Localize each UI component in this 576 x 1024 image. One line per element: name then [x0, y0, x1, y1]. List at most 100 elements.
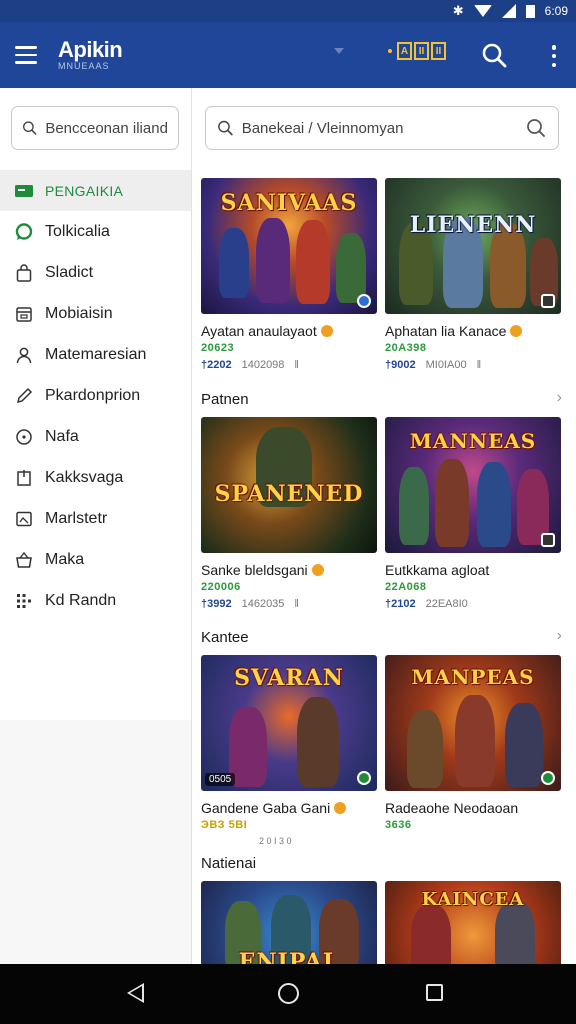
thumbnail-title: SVARAN	[234, 665, 344, 691]
app-size: MI0IA00	[425, 359, 467, 371]
menu-icon[interactable]	[0, 29, 52, 81]
card-icon	[15, 182, 33, 200]
app-row: SVARAN 0505 Gandene Gaba Gani ЭВЗ 5ВI 2 …	[201, 655, 576, 846]
search-icon[interactable]	[481, 42, 507, 68]
sidebar-item[interactable]: Tolkicalia	[0, 211, 191, 252]
sidebar-item[interactable]: Mobiaisin	[0, 293, 191, 334]
app-row: SPANENED Sanke bleldsgani 220006 †3992 1…	[201, 417, 576, 610]
app-size: 2 0 I 3 0	[259, 836, 292, 846]
app-thumbnail[interactable]: SPANENED	[201, 417, 377, 553]
sidebar-list: PENGAIKIA Tolkicalia Sladict Mobiaisin M…	[0, 170, 191, 621]
badge-icon	[541, 294, 555, 308]
app-thumbnail[interactable]: SANIVAAS	[201, 178, 377, 314]
search-icon	[218, 120, 233, 136]
thumbnail-title: KAINCEA	[421, 889, 525, 910]
back-icon[interactable]	[127, 983, 144, 1003]
verified-badge-icon	[357, 294, 371, 308]
app-size: 1402098	[241, 359, 285, 371]
app-thumbnail[interactable]: LIENENN	[385, 178, 561, 314]
more-options-icon[interactable]	[548, 44, 560, 68]
sidebar-item[interactable]: Matemaresian	[0, 334, 191, 375]
app-rating: 22A068	[385, 581, 427, 593]
app-card[interactable]: ENIPAL	[201, 881, 377, 964]
signal-icon	[501, 4, 516, 18]
search-submit-icon[interactable]	[526, 118, 546, 138]
thumbnail-title: MANPEAS	[411, 665, 535, 689]
status-clock: 6:09	[544, 4, 568, 18]
coin-icon	[334, 802, 347, 814]
app-thumbnail[interactable]: ENIPAL	[201, 881, 377, 964]
app-downloads: †9002	[385, 359, 416, 371]
app-card[interactable]: SVARAN 0505 Gandene Gaba Gani ЭВЗ 5ВI 2 …	[201, 655, 377, 846]
app-thumbnail[interactable]: KAINCEA	[385, 881, 561, 964]
wifi-icon	[473, 5, 492, 17]
home-icon[interactable]	[278, 983, 299, 1004]
app-title: Aphatan lia Kanace	[385, 323, 507, 339]
main-search[interactable]	[205, 106, 559, 150]
system-nav-bar	[0, 964, 576, 1024]
coin-icon	[320, 325, 333, 337]
app-downloads: †3992	[201, 598, 232, 610]
sidebar: PENGAIKIA Tolkicalia Sladict Mobiaisin M…	[0, 88, 192, 964]
coin-badge-strip[interactable]: A II II	[388, 42, 446, 60]
thumbnail-title: ENIPAL	[238, 949, 340, 964]
recent-apps-icon[interactable]	[426, 984, 443, 1001]
app-downloads: †2202	[201, 359, 232, 371]
badge-letter: II	[431, 42, 446, 60]
app-rating: 3636	[385, 819, 412, 831]
section-title[interactable]: Kantee	[201, 629, 249, 646]
bag-icon	[15, 263, 33, 282]
brand-logo: Apikin MNUEAAS	[58, 37, 123, 72]
badge-letter: II	[414, 42, 429, 60]
thumbnail-title: MANNEAS	[409, 429, 537, 453]
sidebar-search[interactable]	[11, 106, 179, 150]
badge-icon	[541, 533, 555, 547]
calendar-icon	[15, 305, 33, 323]
app-card[interactable]: MANNEAS Eutkkama agloat 22A068 †2102 22E…	[385, 417, 561, 610]
app-thumbnail[interactable]: MANPEAS	[385, 655, 561, 791]
app-size: 22EA8I0	[425, 598, 468, 610]
app-title: Gandene Gaba Gani	[201, 800, 331, 816]
sidebar-item[interactable]: Nafa	[0, 416, 191, 457]
coin-icon	[510, 325, 523, 337]
app-card[interactable]: MANPEAS Radeaohe Neodaoan 3636	[385, 655, 561, 846]
app-extra: ǁ	[294, 598, 299, 610]
sidebar-item[interactable]: Marlstetr	[0, 498, 191, 539]
sidebar-search-input[interactable]	[45, 119, 178, 137]
section-title[interactable]: Patnen	[201, 391, 249, 408]
app-thumbnail[interactable]: SVARAN 0505	[201, 655, 377, 791]
person-icon	[15, 346, 33, 364]
grid-icon	[15, 592, 33, 610]
bluetooth-icon: ✱	[452, 3, 464, 18]
status-bar: ✱ 6:09	[0, 0, 576, 22]
app-title: Ayatan anaulayaot	[201, 323, 317, 339]
app-row: SANIVAAS Ayatan anaulayaot 20623 †2202 1…	[201, 178, 576, 371]
app-thumbnail[interactable]: MANNEAS	[385, 417, 561, 553]
main-search-input[interactable]	[241, 119, 558, 137]
app-card[interactable]: LIENENN Aphatan lia Kanace 20A398 †9002 …	[385, 178, 561, 371]
sidebar-item[interactable]: Pkardonprion	[0, 375, 191, 416]
thumbnail-title: LIENENN	[409, 212, 537, 238]
app-rating: 20623	[201, 342, 235, 354]
app-card[interactable]: SPANENED Sanke bleldsgani 220006 †3992 1…	[201, 417, 377, 610]
sidebar-item[interactable]: PENGAIKIA	[0, 170, 191, 211]
sidebar-item[interactable]: Kd Randn	[0, 580, 191, 621]
app-card[interactable]: KAINCEA	[385, 881, 561, 964]
sidebar-item[interactable]: Kakksvaga	[0, 457, 191, 498]
app-extra: ǁ	[294, 359, 299, 371]
app-downloads: †2102	[385, 598, 416, 610]
sidebar-item[interactable]: Sladict	[0, 252, 191, 293]
chevron-right-icon[interactable]: ›	[557, 627, 562, 645]
section-title[interactable]: Natienai	[201, 855, 256, 872]
chevron-right-icon[interactable]: ›	[557, 389, 562, 407]
sidebar-item[interactable]: Maka	[0, 539, 191, 580]
dropdown-marker-icon	[334, 48, 344, 54]
circle-icon	[15, 428, 33, 446]
app-title: Sanke bleldsgani	[201, 562, 308, 578]
brand-subtitle: MNUEAAS	[58, 61, 110, 71]
app-title: Eutkkama agloat	[385, 562, 490, 578]
brand-title: Apikin	[58, 37, 123, 62]
app-card[interactable]: SANIVAAS Ayatan anaulayaot 20623 †2202 1…	[201, 178, 377, 371]
image-icon	[15, 510, 33, 528]
thumbnail-title: SANIVAAS	[220, 190, 358, 216]
